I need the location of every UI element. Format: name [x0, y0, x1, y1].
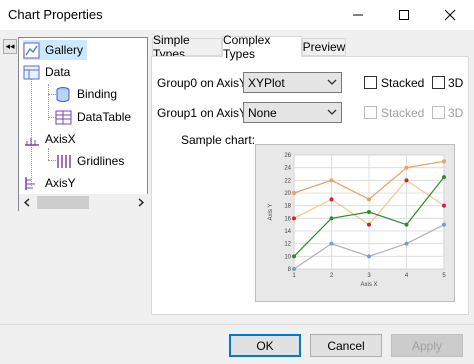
- series-4-point: [329, 241, 334, 246]
- y-tick-label: 20: [284, 191, 291, 197]
- series-4-point: [367, 254, 371, 259]
- close-icon: [444, 9, 456, 21]
- series-1-point: [329, 178, 334, 183]
- group0-type-select[interactable]: XYPlot: [243, 72, 342, 93]
- y-axis-label: Axis Y: [268, 204, 274, 221]
- tree-item-label: AxisY: [45, 176, 76, 190]
- chevron-down-icon: [327, 79, 337, 85]
- tree-item-label: AxisX: [45, 132, 76, 146]
- series-1-point: [367, 197, 371, 202]
- group1-3d-label: 3D: [448, 106, 464, 120]
- series-3-point: [442, 175, 446, 180]
- tab-preview[interactable]: Preview: [302, 38, 346, 56]
- series-1-point: [442, 159, 446, 164]
- group0-3d-checkbox[interactable]: [432, 76, 445, 89]
- tree-item-axisy[interactable]: AxisY: [23, 173, 76, 193]
- series-3-point: [329, 216, 334, 221]
- group0-stacked-label: Stacked: [381, 76, 425, 90]
- series-1-point: [292, 191, 296, 195]
- y-tick-label: 24: [284, 166, 291, 172]
- series-2-point: [329, 197, 334, 202]
- window-title: Chart Properties: [8, 7, 103, 22]
- data-icon: [23, 64, 40, 81]
- tree-item-label: Data: [45, 65, 71, 79]
- tree-item-datatable[interactable]: DataTable: [55, 107, 131, 127]
- tree-item-data[interactable]: Data: [23, 62, 70, 82]
- tree-item-gallery[interactable]: Gallery: [23, 40, 88, 60]
- collapse-tree-button[interactable]: ◂◂: [3, 39, 17, 54]
- maximize-icon: [399, 10, 409, 20]
- group1-selected-value: None: [248, 105, 277, 120]
- minimize-icon: [353, 14, 363, 16]
- datatable-icon: [55, 109, 72, 126]
- maximize-button[interactable]: [381, 0, 427, 30]
- series-4-point: [442, 222, 446, 227]
- binding-icon: [55, 86, 72, 103]
- gridlines-icon: [55, 153, 72, 170]
- y-tick-label: 14: [284, 229, 291, 235]
- series-2-point: [442, 203, 446, 208]
- group0-stacked-checkbox[interactable]: [364, 76, 377, 89]
- group0-selected-value: XYPlot: [248, 75, 285, 90]
- group1-label: Group1 on AxisY2: [157, 106, 254, 120]
- series-3-point: [292, 254, 296, 259]
- x-tick-label: 3: [367, 273, 371, 279]
- cancel-button[interactable]: Cancel: [310, 334, 382, 357]
- ok-button[interactable]: OK: [229, 334, 301, 357]
- close-button[interactable]: [427, 0, 473, 30]
- series-1-point: [404, 165, 409, 170]
- minimize-button[interactable]: [335, 0, 381, 30]
- tree-item-label: Gallery: [45, 43, 84, 57]
- series-2-point: [292, 216, 296, 221]
- tab-complex-types[interactable]: Complex Types: [222, 33, 302, 61]
- series-3-point: [367, 210, 371, 214]
- y-tick-label: 18: [284, 204, 291, 210]
- scroll-left-icon[interactable]: [23, 198, 31, 207]
- property-tree: Gallery Data Binding DataTable AxisX Gri…: [18, 37, 167, 211]
- axisy-icon: [23, 175, 40, 192]
- group1-type-select[interactable]: None: [243, 102, 342, 123]
- chevron-down-icon: [327, 109, 337, 115]
- y-tick-label: 22: [284, 178, 291, 184]
- sample-chart-label: Sample chart:: [181, 133, 256, 147]
- x-axis-label: Axis X: [360, 282, 377, 288]
- series-4-point: [404, 241, 409, 246]
- gallery-icon: [23, 42, 40, 59]
- y-tick-label: 16: [284, 216, 291, 222]
- series-2-point: [367, 222, 371, 227]
- chart-svg: 81012141618202224261 2 3 4 5Axis XAxis Y: [268, 153, 446, 288]
- group0-label: Group0 on AxisY: [157, 76, 248, 90]
- scroll-right-icon[interactable]: [137, 198, 145, 207]
- axisx-icon: [23, 131, 40, 148]
- sample-chart: 8 10 12 14 16 18 20 22 24 26 1 2 3 4 5 Axis X Axis Y: [255, 144, 455, 302]
- x-tick-label: 4: [405, 273, 409, 279]
- x-tick-label: 2: [330, 273, 334, 279]
- tree-item-label: Binding: [77, 87, 118, 101]
- footer-divider: [0, 324, 474, 325]
- tree-item-gridlines[interactable]: Gridlines: [55, 151, 124, 171]
- y-tick-label: 12: [284, 242, 291, 248]
- tree-item-label: DataTable: [77, 110, 132, 124]
- group0-3d-label: 3D: [448, 76, 464, 90]
- apply-button[interactable]: Apply: [391, 334, 463, 357]
- series-2-point: [404, 178, 409, 183]
- tree-item-binding[interactable]: Binding: [55, 84, 117, 104]
- y-tick-label: 8: [288, 267, 292, 273]
- tree-item-label: Gridlines: [77, 154, 125, 168]
- group1-stacked-label: Stacked: [381, 106, 425, 120]
- tree-item-axisx[interactable]: AxisX: [23, 129, 76, 149]
- series-3-point: [404, 222, 409, 227]
- tab-simple-types[interactable]: Simple Types: [152, 33, 222, 61]
- tree-hscroll-thumb[interactable]: [37, 196, 89, 209]
- x-tick-label: 5: [442, 273, 446, 279]
- group1-stacked-checkbox[interactable]: [364, 106, 377, 119]
- x-tick-label: 1: [292, 273, 296, 279]
- y-tick-label: 26: [284, 153, 291, 159]
- series-4-point: [292, 267, 296, 271]
- y-tick-label: 10: [284, 254, 291, 260]
- group1-3d-checkbox[interactable]: [432, 106, 445, 119]
